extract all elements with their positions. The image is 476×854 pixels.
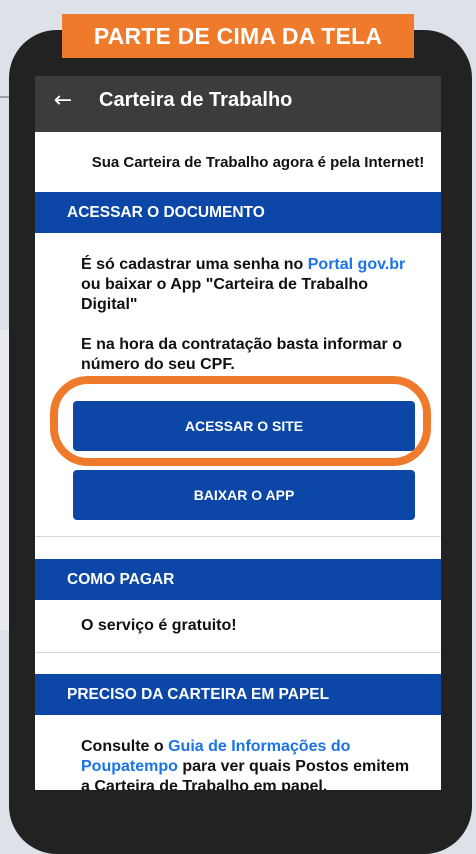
arrow-left-icon[interactable]: ←: [35, 88, 91, 113]
section-header-papel: PRECISO DA CARTEIRA EM PAPEL: [35, 674, 441, 715]
papel-text: Consulte o Guia de Informações do Poupat…: [81, 738, 410, 790]
acessar-paragraph-1: É só cadastrar uma senha no Portal gov.b…: [81, 256, 406, 313]
pagar-text: O serviço é gratuito!: [81, 617, 237, 634]
intro-text: Sua Carteira de Trabalho agora é pela In…: [91, 153, 425, 171]
acessar-paragraph-2: E na hora da contratação basta informar …: [81, 336, 402, 373]
app-bar: ← Carteira de Trabalho: [35, 76, 441, 132]
portal-govbr-link[interactable]: Portal gov.br: [308, 256, 406, 273]
section-header-acessar: ACESSAR O DOCUMENTO: [35, 192, 441, 233]
baixar-app-button[interactable]: BAIXAR O APP: [73, 470, 415, 520]
top-banner: PARTE DE CIMA DA TELA: [62, 14, 414, 58]
page-title: Carteira de Trabalho: [99, 88, 293, 111]
section-header-pagar: COMO PAGAR: [35, 559, 441, 600]
highlight-ring: [50, 376, 431, 466]
